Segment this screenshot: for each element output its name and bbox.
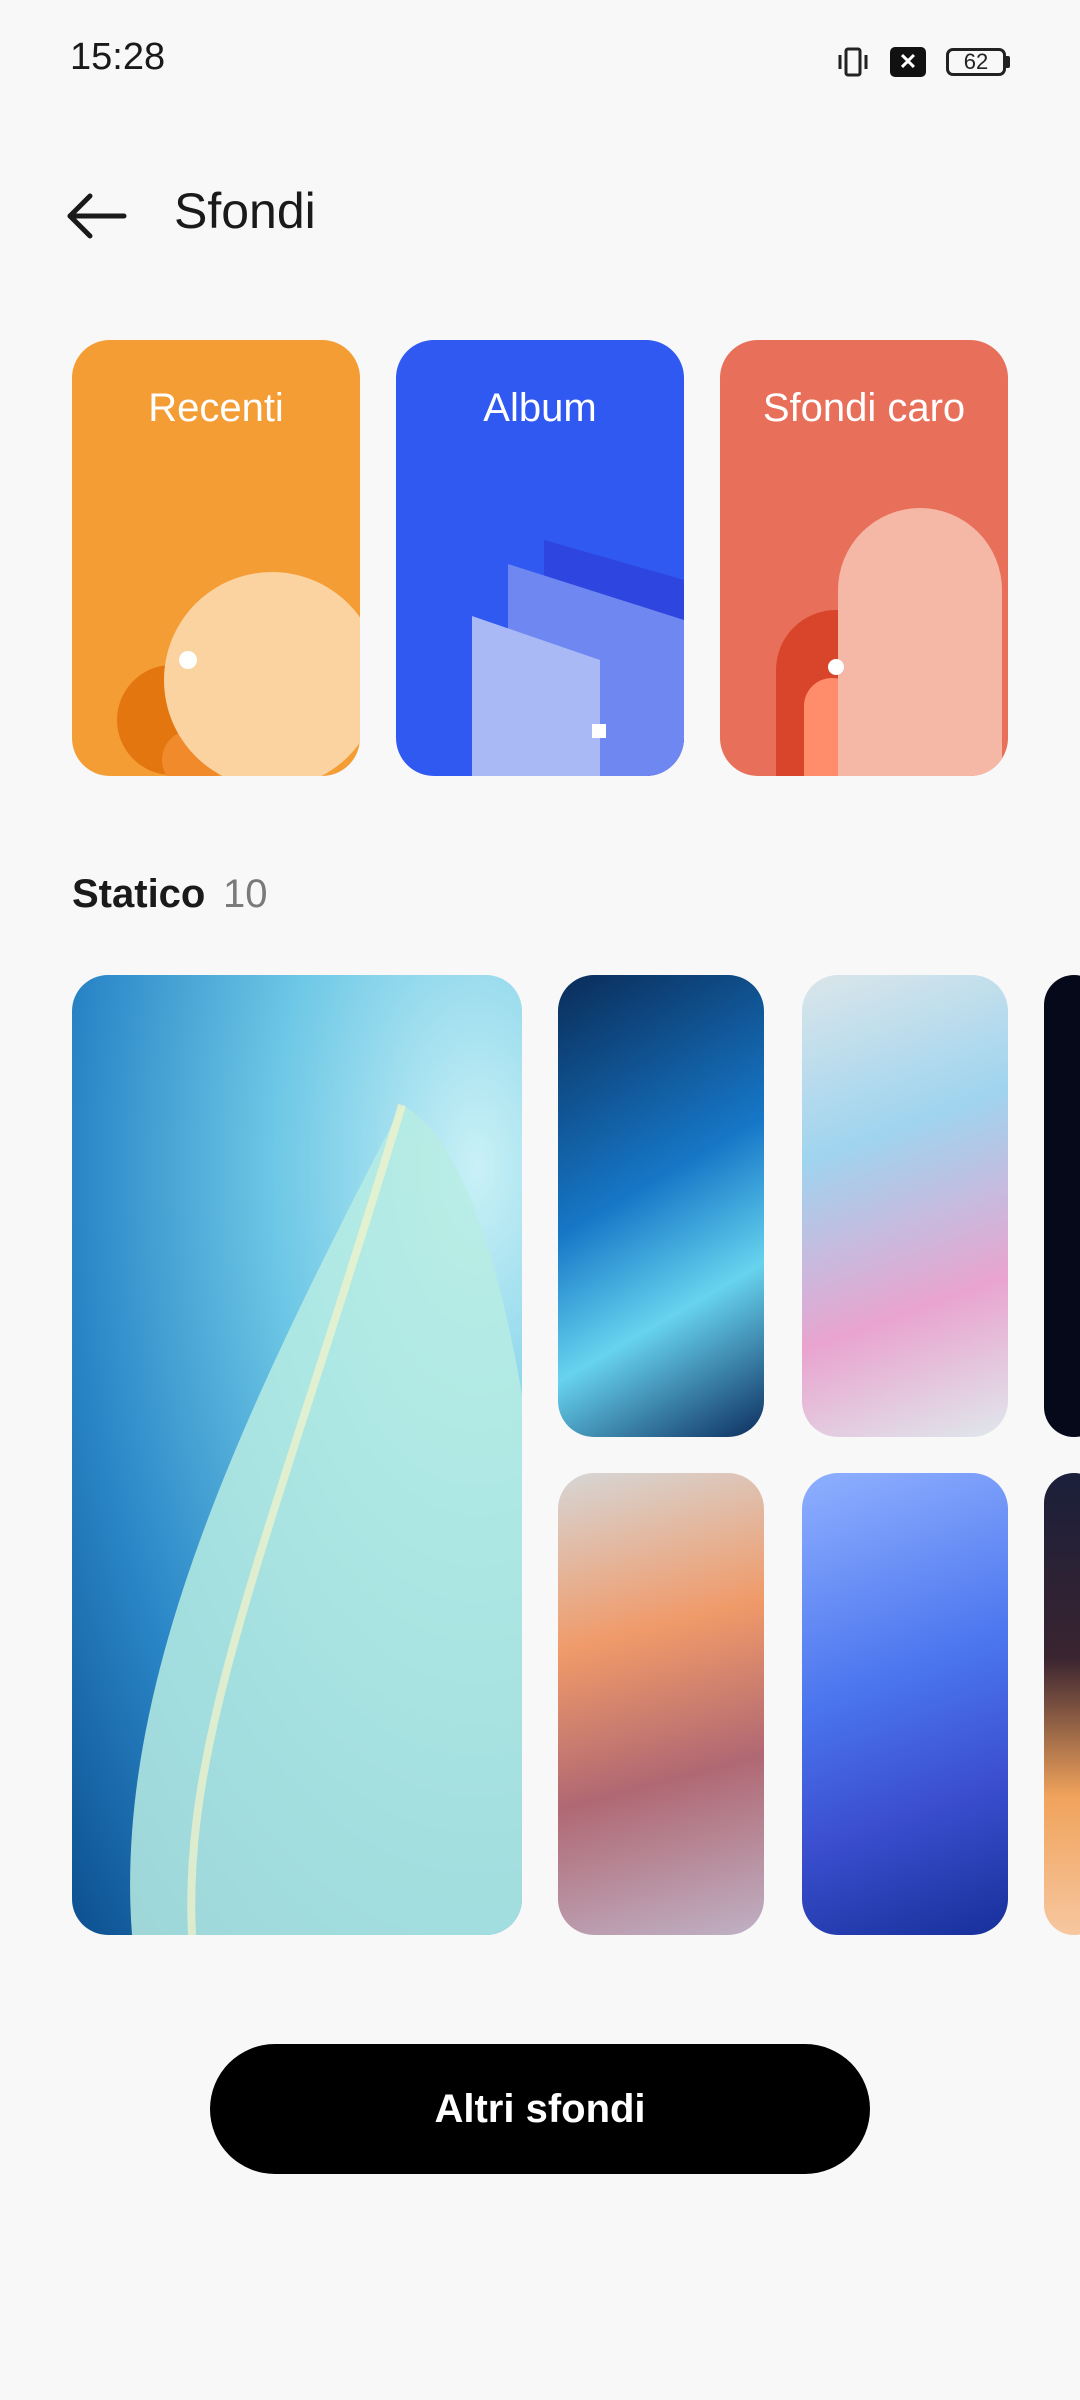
- battery-level: 62: [946, 48, 1006, 76]
- wallpaper-thumbnail[interactable]: [802, 975, 1008, 1437]
- vibrate-icon: [838, 47, 868, 77]
- category-recent-label: Recenti: [148, 386, 284, 430]
- wallpaper-thumbnail[interactable]: [72, 975, 522, 1935]
- arrow-left-icon[interactable]: [62, 186, 132, 246]
- wallpaper-thumbnail[interactable]: [558, 1473, 764, 1935]
- category-favorites-label: Sfondi caro: [762, 386, 966, 430]
- wallpaper-thumbnail[interactable]: [802, 1473, 1008, 1935]
- category-album-card[interactable]: Album: [396, 340, 684, 776]
- status-time: 15:28: [70, 36, 166, 78]
- status-icons: ✕ 62: [836, 44, 1010, 80]
- category-recent-card[interactable]: Recenti: [72, 340, 360, 776]
- wallpaper-wave: [130, 1103, 522, 1935]
- section-count: 10: [223, 872, 268, 916]
- more-wallpapers-button[interactable]: Altri sfondi: [210, 2044, 870, 2174]
- wallpaper-thumbnail[interactable]: [558, 975, 764, 1437]
- wallpaper-thumbnail[interactable]: [1044, 1473, 1080, 1935]
- battery-icon: 62: [946, 48, 1010, 76]
- no-signal-icon: ✕: [890, 47, 926, 77]
- wallpaper-thumbnail[interactable]: [1044, 975, 1080, 1437]
- category-favorites-card[interactable]: Sfondi caro: [720, 340, 1008, 776]
- category-album-label: Album: [483, 386, 597, 430]
- section-title: Statico: [72, 872, 206, 916]
- page-title: Sfondi: [174, 183, 316, 239]
